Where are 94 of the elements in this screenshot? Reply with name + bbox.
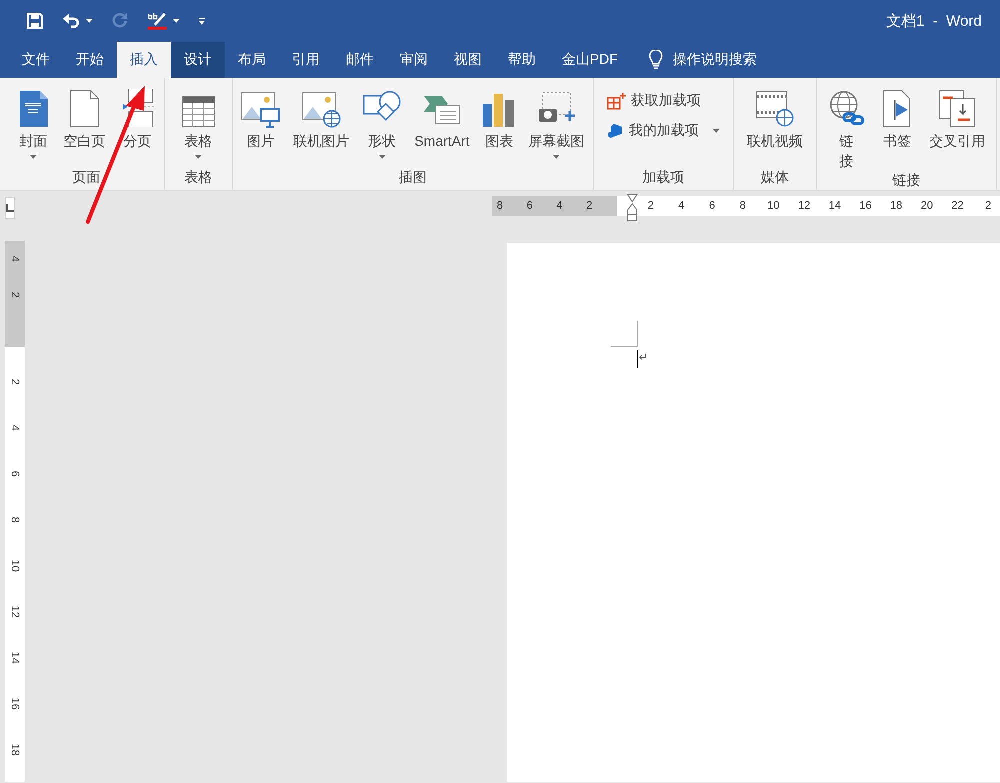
table-icon	[182, 96, 216, 128]
ribbon-tab[interactable]: 视图	[441, 42, 495, 78]
ribbon-button[interactable]: 封面	[16, 86, 50, 168]
ruler-number: 2	[8, 378, 22, 388]
ruler-number: 12	[8, 604, 22, 620]
ruler-number: 18	[889, 200, 904, 212]
ruler-number: 2	[984, 200, 993, 212]
crop-mark-icon	[611, 321, 638, 347]
ruler-number: 8	[8, 516, 22, 526]
undo-icon	[62, 12, 82, 30]
ribbon-tab[interactable]: 帮助	[495, 42, 549, 78]
ribbon-button[interactable]: 链接	[826, 86, 868, 171]
ruler-number: 4	[556, 200, 563, 212]
caret-icon	[195, 155, 202, 159]
ribbon-tab[interactable]: 邮件	[333, 42, 387, 78]
save-icon	[26, 12, 44, 30]
ribbon-button[interactable]: 联机视频	[745, 86, 805, 168]
caret-icon	[30, 155, 37, 159]
ruler-number: 6	[708, 200, 716, 212]
ribbon-tab[interactable]: 布局	[225, 42, 279, 78]
film-globe-icon	[755, 90, 795, 128]
ribbon-tab[interactable]: 开始	[63, 42, 117, 78]
cube-icon	[607, 123, 625, 139]
ruler-number: 16	[858, 200, 873, 212]
ribbon-button[interactable]: 我的加载项	[607, 122, 720, 140]
ruler-number: 4	[8, 254, 22, 264]
ruler-number: 10	[766, 200, 781, 212]
ruler-number: 8	[497, 200, 504, 212]
globe-link-icon	[828, 90, 866, 128]
ribbon-button[interactable]: 获取加载项	[607, 92, 701, 110]
ruler-number: 6	[8, 470, 22, 480]
ribbon-tab[interactable]: 文件	[9, 42, 63, 78]
ribbon-button[interactable]: 图片	[239, 86, 284, 168]
ribbon-button[interactable]: 形状	[360, 86, 404, 168]
group-label: 加载项	[642, 168, 686, 186]
ribbon-button[interactable]: 书签	[880, 86, 914, 171]
group-label: 页面	[72, 168, 102, 186]
toolbar-button[interactable]	[24, 10, 46, 32]
document-icon	[18, 90, 48, 128]
ruler-number: 8	[738, 200, 748, 212]
text-cursor	[637, 350, 638, 368]
picture-with-globe-icon	[302, 92, 342, 128]
picture-icon	[241, 92, 282, 128]
caret-icon	[173, 19, 180, 23]
paragraph-mark: ↵	[639, 352, 648, 364]
ribbon-button[interactable]: 空白页	[62, 86, 108, 168]
lightbulb-icon	[649, 50, 663, 70]
caret-icon	[378, 155, 386, 159]
caret-icon	[86, 19, 93, 23]
caret-icon	[713, 129, 720, 133]
ruler-number: 4	[8, 424, 22, 434]
tab-stop-selector[interactable]	[5, 197, 15, 219]
page-break-icon	[120, 88, 154, 128]
ribbon-tab[interactable]: 引用	[279, 42, 333, 78]
ruler-number: 4	[678, 200, 686, 212]
ruler-number: 6	[526, 200, 533, 212]
ruler-number: 14	[828, 200, 842, 212]
ruler-number: 10	[8, 558, 22, 574]
caret-icon	[553, 155, 560, 159]
redo-icon	[111, 12, 129, 30]
ruler-number: 22	[950, 200, 965, 212]
ribbon-tab[interactable]: 审阅	[387, 42, 441, 78]
ribbon-button[interactable]: 联机图片	[292, 86, 352, 168]
ruler-number: 12	[797, 200, 812, 212]
group-label: 插图	[398, 168, 428, 186]
bar-chart-icon	[482, 92, 516, 128]
tell-me-search[interactable]: 操作说明搜索	[649, 42, 757, 78]
blank-page-icon	[70, 90, 100, 128]
ribbon-button[interactable]: SmartArt	[412, 86, 472, 168]
cross-reference-icon	[938, 90, 976, 128]
ruler-number: 2	[8, 290, 22, 300]
ruler-number: 18	[8, 742, 22, 758]
ruler-number: 20	[920, 200, 934, 212]
ribbon-tab[interactable]: 金山PDF	[549, 42, 631, 78]
left-tab-icon	[6, 204, 14, 212]
ruler-number: 16	[8, 696, 22, 712]
ribbon-tab[interactable]: 设计	[171, 42, 225, 78]
ruler-number: 2	[586, 200, 593, 212]
spelling-check-icon	[147, 11, 169, 31]
grid-plus-icon	[607, 92, 627, 110]
ruler-number: 14	[8, 650, 22, 666]
ruler-number: 2	[646, 200, 655, 212]
group-label: 链接	[892, 171, 922, 189]
group-label: 表格	[184, 168, 214, 186]
ribbon-button[interactable]: 屏幕截图	[526, 86, 587, 168]
ribbon-tab[interactable]: 插入	[117, 42, 171, 78]
bookmark-icon	[882, 90, 912, 128]
ribbon-button[interactable]: 分页	[118, 86, 156, 168]
group-label: 媒体	[760, 168, 790, 186]
ribbon-button[interactable]: 表格	[180, 86, 218, 168]
ribbon-button[interactable]: 交叉引用	[928, 86, 988, 171]
ribbon-button[interactable]: 图表	[480, 86, 518, 168]
customize-icon	[198, 16, 206, 26]
window-title: 文档1 - Word	[886, 12, 982, 30]
